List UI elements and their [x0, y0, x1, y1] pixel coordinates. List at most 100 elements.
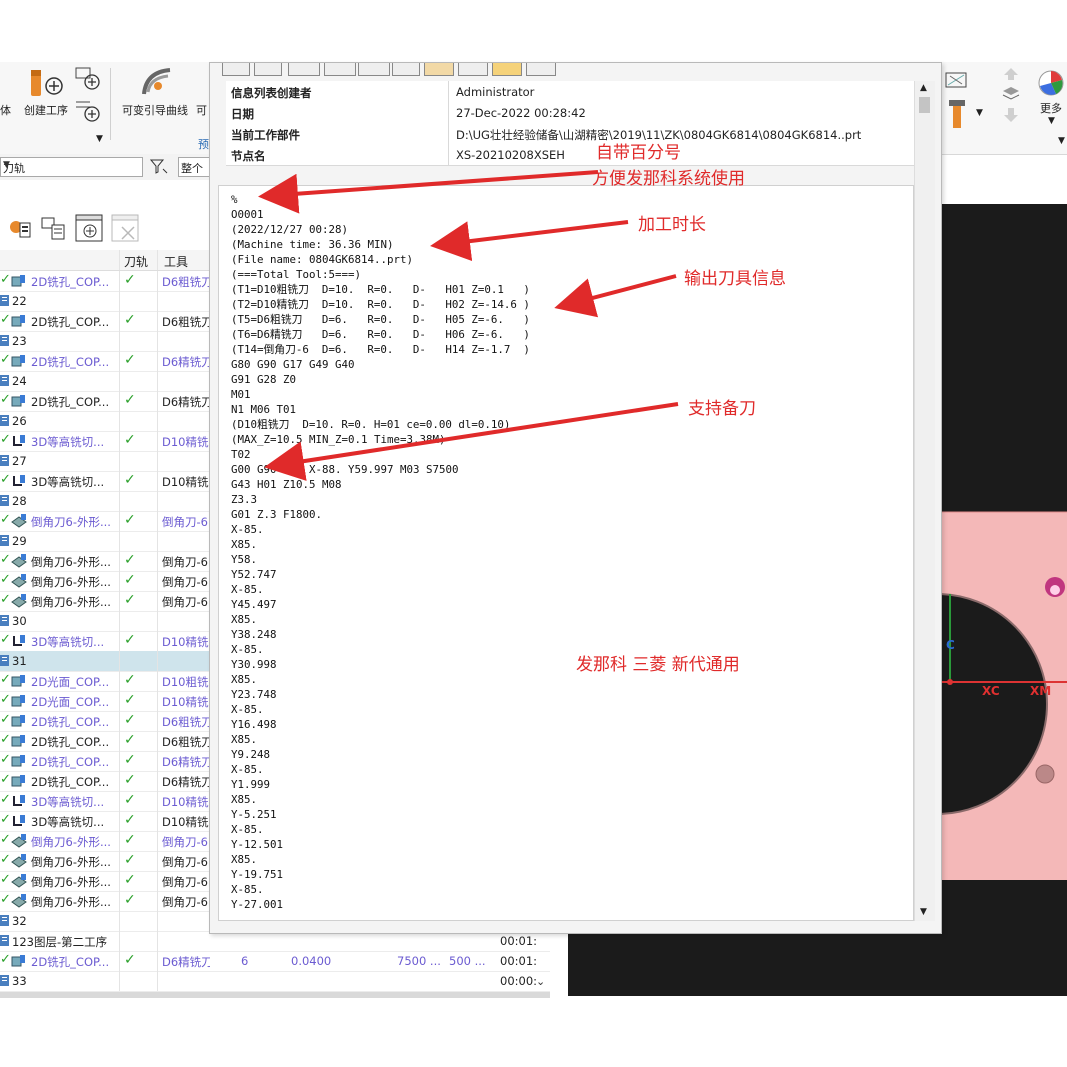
column-divider — [157, 571, 158, 591]
operation-row[interactable]: ✓ 2D铣孔_COP... ✓ D6精铣刀 6 0.0400 7500 ... 500 ...… — [0, 951, 550, 972]
column-divider — [119, 871, 120, 891]
graphics-area-lower — [568, 930, 942, 996]
add-window-icon[interactable] — [74, 213, 104, 243]
group-time: 00:00: — [500, 974, 538, 988]
create-program-icon[interactable] — [74, 98, 102, 124]
program-group-icon — [0, 535, 9, 546]
toolbar-button[interactable] — [392, 63, 420, 76]
operation-name: 倒角刀6-外形... — [31, 875, 111, 889]
axis-label-xc: XC — [982, 684, 1000, 698]
status-check-icon: ✓ — [0, 312, 11, 327]
close-window-icon[interactable] — [110, 213, 140, 243]
operation-type-icon — [11, 774, 27, 788]
toolbar-button[interactable] — [324, 63, 356, 76]
variable-guide-curve-icon[interactable] — [140, 66, 174, 98]
ribbon-separator — [110, 68, 111, 140]
scroll-down-icon[interactable]: ▼ — [920, 907, 927, 917]
operation-type-icon — [11, 554, 27, 568]
move-up-icon[interactable] — [1004, 68, 1018, 80]
move-down-icon[interactable] — [1004, 108, 1018, 122]
annotation-spare-tool: 支持备刀 — [688, 399, 756, 419]
operation-parameter: 0.0400 — [291, 954, 332, 968]
operation-type-icon — [11, 954, 27, 968]
layers-icon[interactable] — [1002, 86, 1020, 102]
toolbar-button[interactable] — [458, 63, 488, 76]
more-dropdown-icon[interactable]: ▼ — [1048, 116, 1055, 126]
operation-name: 3D等高铣切... — [31, 815, 105, 829]
info-table-row: 信息列表创建者 Administrator — [226, 81, 916, 103]
ribbon-label-truncated[interactable]: 可 — [196, 102, 207, 118]
graphics-window[interactable]: XC XM C — [942, 204, 1067, 996]
ribbon-label-create-operation[interactable]: 创建工序 — [24, 102, 68, 118]
display-icon[interactable] — [944, 70, 968, 92]
info-text-area[interactable]: % O0001 (2022/12/27 00:28) (Machine time… — [218, 185, 914, 921]
more-label[interactable]: 更多 — [1040, 100, 1062, 116]
axis-label-yc: C — [946, 638, 955, 652]
tool-holder-icon[interactable] — [948, 100, 966, 130]
toolpath-ok-icon: ✓ — [124, 892, 136, 908]
scope-value: 整个 — [181, 162, 203, 175]
status-check-icon: ✓ — [0, 812, 11, 827]
program-group-row[interactable]: 33 00:00: — [0, 971, 550, 992]
column-toolpath[interactable]: 刀轨 — [124, 253, 148, 270]
status-check-icon: ✓ — [0, 952, 11, 967]
operation-name: 倒角刀6-外形... — [31, 575, 111, 589]
status-check-icon: ✓ — [0, 692, 11, 707]
operation-type-icon — [11, 714, 27, 728]
toolbar-button[interactable] — [254, 63, 282, 76]
program-order-icon[interactable] — [40, 215, 68, 241]
status-check-icon: ✓ — [0, 712, 11, 727]
toolbar-button[interactable] — [288, 63, 320, 76]
ribbon-expand-icon[interactable]: ▼ — [1058, 136, 1065, 146]
column-divider — [119, 431, 120, 451]
part-icon[interactable] — [6, 215, 34, 241]
ribbon-group-preset: 预 — [198, 138, 209, 151]
tool-name: D10精铣 — [162, 635, 209, 649]
column-divider — [119, 571, 120, 591]
tool-dropdown-icon[interactable]: ▼ — [976, 108, 983, 118]
toolbar-button[interactable] — [424, 63, 454, 76]
program-group-icon — [0, 495, 9, 506]
tool-name: 倒角刀-6 — [162, 835, 208, 849]
scroll-thumb[interactable] — [919, 97, 930, 113]
more-icon[interactable] — [1036, 68, 1066, 98]
operation-name: 2D铣孔_COP... — [31, 735, 110, 749]
ribbon-label-body[interactable]: 体 — [0, 102, 11, 118]
column-divider — [157, 831, 158, 851]
column-tool[interactable]: 工具 — [164, 253, 188, 270]
horizontal-scrollbar[interactable] — [0, 992, 550, 998]
operation-type-icon — [11, 354, 27, 368]
toolbar-button-active[interactable] — [492, 63, 522, 76]
ribbon-label-variable-guide-curve[interactable]: 可变引导曲线 — [122, 102, 188, 118]
group-name: 123图层-第二工序 — [12, 935, 108, 949]
filter-funnel-icon[interactable] — [149, 159, 168, 175]
toolbar-button[interactable] — [358, 63, 390, 76]
toolpath-ok-icon: ✓ — [124, 832, 136, 848]
information-window: 信息列表创建者 Administrator 日期 27-Dec-2022 00:28:… — [209, 62, 942, 934]
ribbon-collapse-icon[interactable]: ▼ — [96, 134, 103, 144]
column-divider — [119, 291, 120, 311]
operation-type-icon — [11, 894, 27, 908]
create-operation-icon[interactable] — [28, 68, 64, 102]
toolpath-ok-icon: ✓ — [124, 792, 136, 808]
scope-dropdown[interactable]: 整个 — [178, 157, 210, 177]
info-vertical-scrollbar[interactable]: ▲ ▼ — [914, 81, 935, 921]
column-divider — [119, 911, 120, 931]
scroll-up-icon[interactable]: ▲ — [920, 83, 927, 93]
scroll-down-icon[interactable]: ⌄ — [536, 975, 545, 988]
program-group-row[interactable]: 123图层-第二工序 00:01: — [0, 931, 550, 952]
column-divider — [119, 371, 120, 391]
toolbar-button[interactable] — [526, 63, 556, 76]
info-key: 节点名 — [231, 149, 266, 163]
column-divider — [119, 971, 120, 991]
toolbar-button[interactable] — [222, 63, 250, 76]
selection-filter-dropdown[interactable]: 刀轨 ▼ — [0, 157, 143, 177]
status-check-icon: ✓ — [0, 872, 11, 887]
group-name: 29 — [12, 534, 27, 548]
operation-name: 2D铣孔_COP... — [31, 715, 110, 729]
column-divider — [119, 891, 120, 911]
operation-type-icon — [11, 754, 27, 768]
create-geometry-icon[interactable] — [74, 66, 102, 92]
column-divider — [119, 791, 120, 811]
column-divider — [119, 691, 120, 711]
